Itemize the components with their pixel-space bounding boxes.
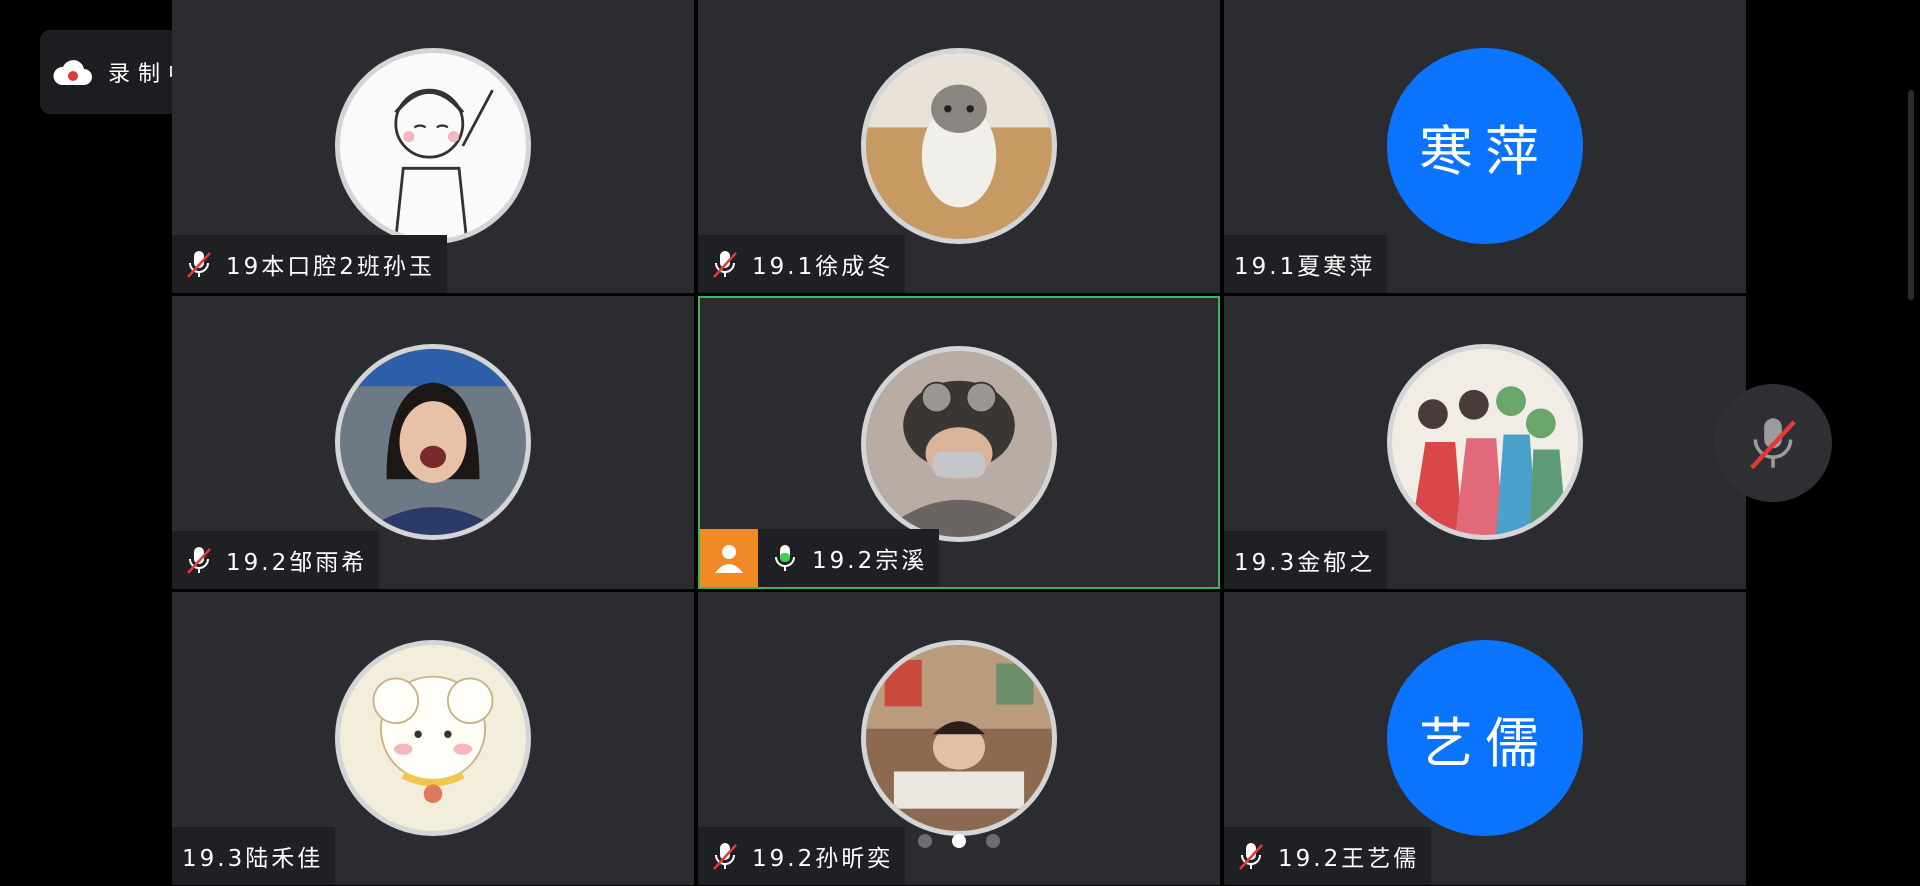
participant-name: 19本口腔2班孙玉 [226, 254, 435, 280]
participant-tile-active[interactable]: 19.2宗溪 [698, 296, 1220, 589]
page-dot-current[interactable] [952, 834, 966, 848]
participant-tile[interactable]: 19本口腔2班孙玉 [172, 0, 694, 293]
avatar [1387, 344, 1583, 540]
cloud-record-icon [53, 60, 92, 85]
participant-tile[interactable]: 19.2邹雨希 [172, 296, 694, 589]
mic-muted-icon [187, 251, 211, 278]
name-bar: 19.3陆禾佳 [172, 827, 336, 885]
mic-active-icon [775, 545, 795, 571]
name-bar: 19.2王艺儒 [1224, 827, 1432, 885]
mute-toggle-button[interactable] [1714, 384, 1832, 502]
name-bar: 19.1夏寒萍 [1224, 235, 1388, 293]
participant-tile[interactable]: 艺儒 19.2王艺儒 [1224, 592, 1746, 885]
participant-tile[interactable]: 19.3陆禾佳 [172, 592, 694, 885]
mic-muted-icon [1750, 418, 1796, 470]
participant-tile[interactable]: 19.3金郁之 [1224, 296, 1746, 589]
page-dot[interactable] [986, 834, 1000, 848]
page-indicator[interactable] [918, 834, 1000, 848]
avatar [335, 640, 531, 836]
avatar [335, 344, 531, 540]
participant-tile[interactable]: 寒萍 19.1夏寒萍 [1224, 0, 1746, 293]
scroll-edge [1908, 90, 1914, 300]
participant-name: 19.2宗溪 [812, 548, 928, 574]
avatar [335, 48, 531, 244]
avatar [861, 640, 1057, 836]
name-bar: 19.1徐成冬 [698, 235, 906, 293]
participant-name: 19.2孙昕奕 [752, 846, 894, 872]
participant-name: 19.1徐成冬 [752, 254, 894, 280]
name-bar: 19.2宗溪 [758, 529, 940, 587]
text-avatar: 艺儒 [1387, 640, 1583, 836]
text-avatar: 寒萍 [1387, 48, 1583, 244]
participant-grid: 19本口腔2班孙玉 19.1徐成冬 寒萍 19.1夏寒萍 19.2邹雨希 19.… [172, 0, 1746, 886]
name-bar: 19.2邹雨希 [172, 531, 380, 589]
participant-name: 19.3金郁之 [1234, 550, 1376, 576]
participant-name: 19.2邹雨希 [226, 550, 368, 576]
host-badge [700, 529, 758, 587]
mic-muted-icon [713, 843, 737, 870]
participant-name: 19.3陆禾佳 [182, 846, 324, 872]
avatar [861, 346, 1057, 542]
mic-muted-icon [1239, 843, 1263, 870]
avatar [861, 48, 1057, 244]
page-dot[interactable] [918, 834, 932, 848]
person-icon [715, 545, 743, 573]
participant-name: 19.2王艺儒 [1278, 846, 1420, 872]
mic-muted-icon [713, 251, 737, 278]
name-bar: 19本口腔2班孙玉 [172, 235, 447, 293]
name-bar: 19.3金郁之 [1224, 531, 1388, 589]
name-bar: 19.2孙昕奕 [698, 827, 906, 885]
participant-tile[interactable]: 19.1徐成冬 [698, 0, 1220, 293]
mic-muted-icon [187, 547, 211, 574]
participant-name: 19.1夏寒萍 [1234, 254, 1376, 280]
